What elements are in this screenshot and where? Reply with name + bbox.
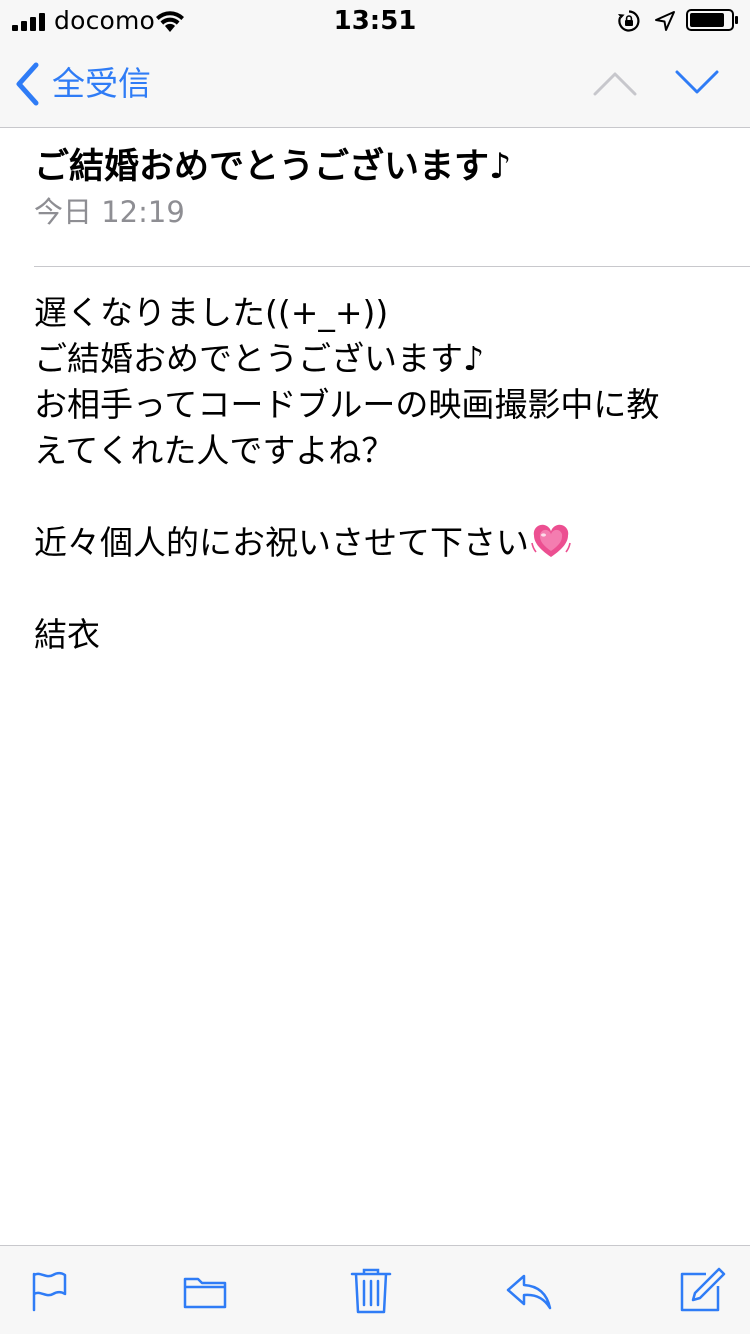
chevron-up-icon: [593, 72, 637, 96]
top-bar: docomo 13:51 全受信: [0, 0, 750, 128]
body-line-text: 近々個人的にお祝いさせて下さい: [34, 523, 529, 562]
location-arrow-icon: [655, 11, 675, 31]
body-line: お相手ってコードブルーの映画撮影中に教: [34, 385, 660, 424]
header-divider: [34, 266, 750, 267]
flag-icon: [32, 1271, 67, 1312]
chevron-left-icon: [16, 62, 39, 106]
message-date: 今日 12:19: [34, 195, 185, 229]
body-line: [34, 566, 724, 612]
body-line: ご結婚おめでとうございます♪: [34, 339, 485, 378]
trash-icon: [350, 1268, 392, 1314]
status-bar: docomo 13:51: [0, 0, 750, 40]
compose-icon: [680, 1267, 726, 1312]
body-line: えてくれた人ですよね？: [34, 431, 395, 470]
body-line: 遅くなりました((+_+)): [34, 293, 389, 332]
body-line: [34, 474, 724, 520]
back-button[interactable]: 全受信: [14, 60, 151, 108]
flag-button[interactable]: [26, 1266, 74, 1314]
previous-message-button[interactable]: [593, 70, 637, 96]
compose-button[interactable]: [678, 1266, 726, 1314]
chevron-down-icon: [675, 70, 719, 94]
body-line: 結衣: [34, 615, 100, 654]
back-label: 全受信: [52, 64, 151, 103]
navigation-bar: 全受信: [0, 40, 750, 128]
move-to-folder-button[interactable]: [181, 1266, 229, 1314]
next-message-button[interactable]: [675, 70, 719, 96]
bottom-toolbar: [0, 1245, 750, 1334]
delete-button[interactable]: [347, 1266, 395, 1314]
reply-icon: [506, 1274, 552, 1310]
message-body: 遅くなりました((+_+)) ご結婚おめでとうございます♪ お相手ってコードブル…: [34, 290, 724, 658]
rotation-lock-icon: [618, 10, 640, 32]
message-subject: ご結婚おめでとうございます♪: [34, 147, 512, 187]
body-line-with-emoji: 近々個人的にお祝いさせて下さい: [34, 520, 724, 566]
growing-heart-icon: [531, 524, 571, 557]
battery-icon: [686, 9, 738, 31]
folder-icon: [183, 1277, 227, 1309]
reply-button[interactable]: [504, 1266, 552, 1314]
